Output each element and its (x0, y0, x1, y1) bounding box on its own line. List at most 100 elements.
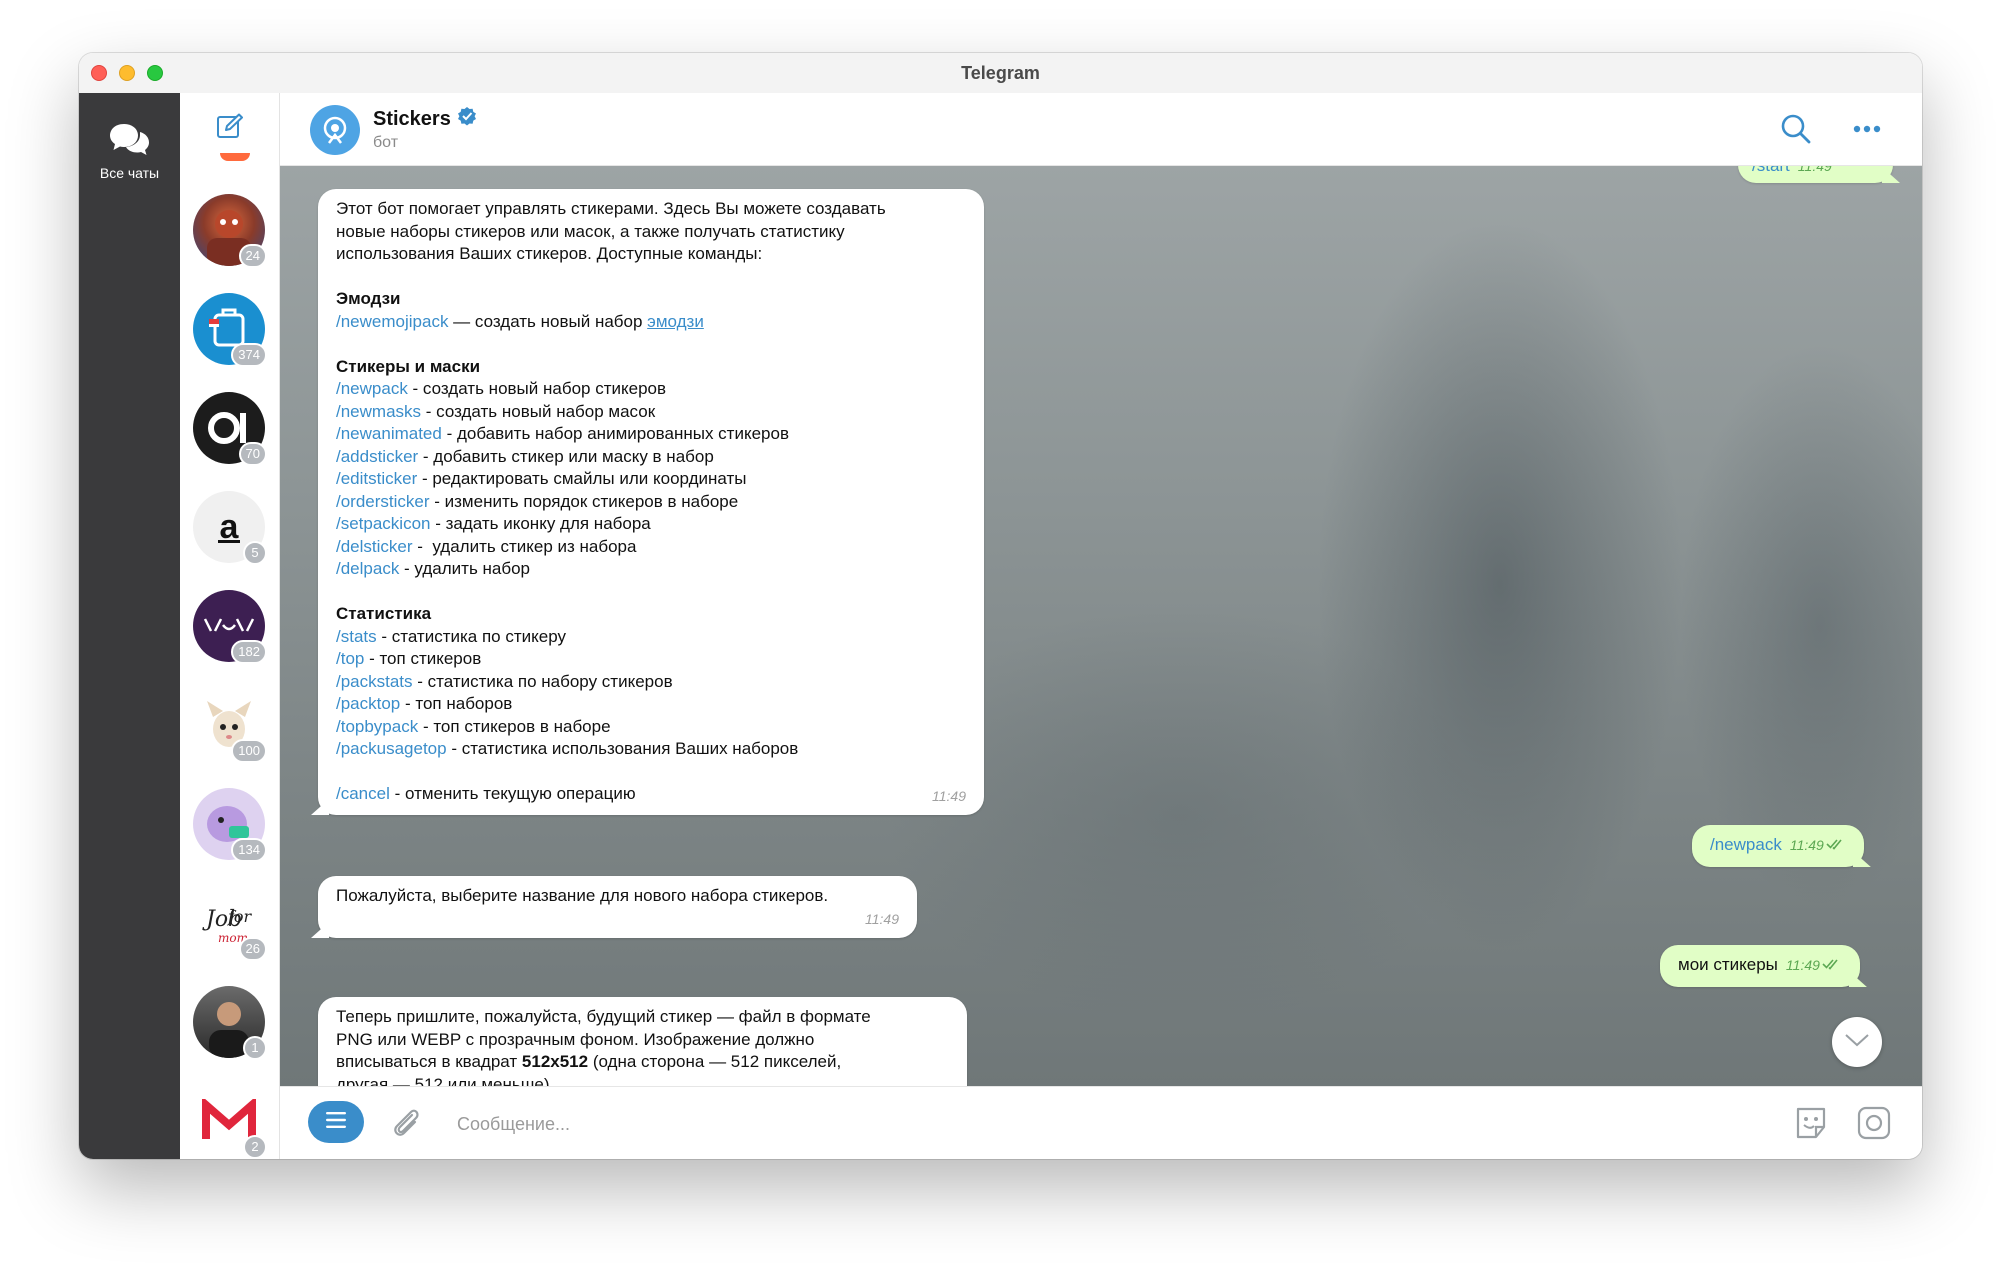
command-description: - статистика использования Ваших наборов (446, 739, 799, 758)
command-link[interactable]: /setpackicon (336, 514, 431, 533)
message-list[interactable]: /start 11:49 Этот бот помогает управлять … (280, 165, 1922, 1087)
paperclip-icon[interactable] (390, 1105, 422, 1146)
size-highlight: 512x512 (521, 1052, 589, 1071)
chat-header[interactable]: Stickers бот (280, 93, 1922, 166)
command-description: - статистика по набору стикеров (412, 671, 673, 691)
message-input[interactable] (455, 1105, 1359, 1143)
command-description: - изменить порядок стикеров в наборе (429, 491, 739, 511)
chat-item[interactable]: a 5 (193, 491, 267, 565)
compose-icon[interactable] (216, 113, 244, 146)
help-intro-line: новые наборы стикеров или масок, а также… (336, 221, 845, 241)
command-link[interactable]: /packtop (336, 694, 400, 713)
command-link[interactable]: /delsticker (336, 537, 413, 556)
message-text-line: (одна сторона — 512 пикселей, (588, 1052, 842, 1071)
chat-item[interactable]: 1 (193, 986, 267, 1060)
unread-badge: 24 (238, 244, 267, 268)
read-checks-icon (1826, 834, 1846, 857)
unread-badge: 5 (243, 541, 267, 565)
chevron-down-icon (1844, 1032, 1870, 1053)
folder-all-chats[interactable]: Все чаты (79, 121, 180, 181)
command-link[interactable]: /top (336, 649, 364, 668)
chat-item[interactable]: 2 (193, 1085, 267, 1159)
bot-menu-button[interactable] (308, 1101, 364, 1143)
command-link[interactable]: /packusagetop (336, 739, 447, 758)
command-description: — создать новый набор (448, 311, 648, 331)
bot-message[interactable]: Теперь пришлите, пожалуйста, будущий сти… (318, 997, 967, 1087)
command-description: - отменить текущую операцию (389, 784, 636, 803)
bot-help-message[interactable]: Этот бот помогает управлять стикерами. З… (318, 189, 984, 815)
chat-avatar-partial[interactable] (220, 153, 250, 161)
command-link[interactable]: /topbypack (336, 717, 418, 736)
message-text[interactable]: /newpack (1710, 835, 1782, 854)
chat-status: бот (373, 134, 399, 151)
message-text-line: вписываться в квадрат (336, 1052, 522, 1071)
more-options-icon[interactable] (1852, 115, 1882, 148)
message-text[interactable]: мои стикеры (1678, 955, 1778, 974)
message-composer (280, 1086, 1922, 1159)
bot-message[interactable]: Пожалуйста, выберите название для нового… (318, 876, 917, 938)
command-description: - топ стикеров (364, 649, 482, 668)
message-time: 11:49 (1785, 957, 1820, 973)
unread-badge: 26 (238, 937, 267, 961)
command-description: - добавить набор анимированных стикеров (441, 424, 789, 443)
scroll-to-bottom-button[interactable] (1832, 1017, 1882, 1067)
help-intro-line: использования Ваших стикеров. Доступные … (336, 244, 763, 263)
bot-avatar[interactable] (310, 105, 360, 155)
unread-badge: 2 (243, 1135, 267, 1159)
unread-badge: 134 (231, 838, 267, 862)
telegram-window: Telegram Все чаты 24 374 70 a 5 182 100 … (79, 53, 1922, 1159)
help-intro-line: Этот бот помогает управлять стикерами. З… (336, 199, 886, 218)
outgoing-message[interactable]: /start 11:49 (1738, 165, 1893, 183)
command-link[interactable]: /ordersticker (336, 492, 430, 511)
unread-badge: 182 (231, 640, 267, 664)
camera-icon[interactable] (1856, 1105, 1892, 1146)
message-time: 11:49 (1797, 165, 1832, 174)
chat-list: 24 374 70 a 5 182 100 134 Job for mom 26… (180, 93, 280, 1159)
command-link[interactable]: /editsticker (336, 469, 417, 488)
chat-item[interactable]: 374 (193, 293, 267, 367)
folders-sidebar: Все чаты (79, 93, 180, 1159)
stickers-heading: Стикеры и маски (336, 356, 481, 376)
unread-badge: 70 (238, 442, 267, 466)
command-link[interactable]: /cancel (336, 784, 390, 803)
emoji-heading: Эмодзи (336, 289, 401, 308)
command-link[interactable]: /delpack (336, 559, 399, 578)
chat-item[interactable]: 134 (193, 788, 267, 862)
command-description: - статистика по стикеру (376, 626, 566, 646)
command-link[interactable]: /addsticker (336, 447, 418, 466)
command-link[interactable]: /stats (336, 627, 377, 646)
chats-icon (79, 121, 180, 159)
command-description: - топ наборов (400, 694, 513, 713)
chat-item[interactable]: 24 (193, 194, 267, 268)
chat-item[interactable]: 70 (193, 392, 267, 466)
chat-item[interactable]: 182 (193, 590, 267, 664)
message-text[interactable]: /start (1752, 165, 1790, 175)
chat-item[interactable]: Job for mom 26 (193, 887, 267, 961)
chat-item[interactable]: 100 (193, 689, 267, 763)
command-description: - удалить набор (399, 559, 531, 578)
command-description: - создать новый набор масок (421, 401, 656, 421)
command-link[interactable]: /newemojipack (336, 312, 448, 331)
command-link[interactable]: /newpack (336, 379, 408, 398)
read-checks-icon (1822, 954, 1842, 977)
unread-badge: 100 (231, 739, 267, 763)
outgoing-message[interactable]: /newpack 11:49 (1692, 825, 1864, 867)
message-text: Пожалуйста, выберите название для нового… (336, 886, 829, 905)
unread-badge: 374 (231, 343, 267, 367)
outgoing-message[interactable]: мои стикеры 11:49 (1660, 945, 1860, 987)
stats-heading: Статистика (336, 604, 432, 623)
message-text-line: Теперь пришлите, пожалуйста, будущий сти… (336, 1007, 871, 1026)
command-description: - топ стикеров в наборе (418, 716, 611, 736)
sticker-icon[interactable] (1792, 1105, 1830, 1146)
command-link[interactable]: /newmasks (336, 402, 421, 421)
chat-title[interactable]: Stickers (373, 106, 477, 132)
emoji-link[interactable]: эмодзи (647, 312, 704, 331)
window-title: Telegram (961, 63, 1040, 83)
search-icon[interactable] (1780, 113, 1812, 150)
verified-icon (457, 106, 477, 132)
command-link[interactable]: /packstats (336, 672, 413, 691)
command-description: - добавить стикер или маску в набор (418, 446, 714, 466)
folder-all-chats-label: Все чаты (99, 165, 160, 181)
command-link[interactable]: /newanimated (336, 424, 442, 443)
svg-text:for: for (227, 907, 253, 926)
